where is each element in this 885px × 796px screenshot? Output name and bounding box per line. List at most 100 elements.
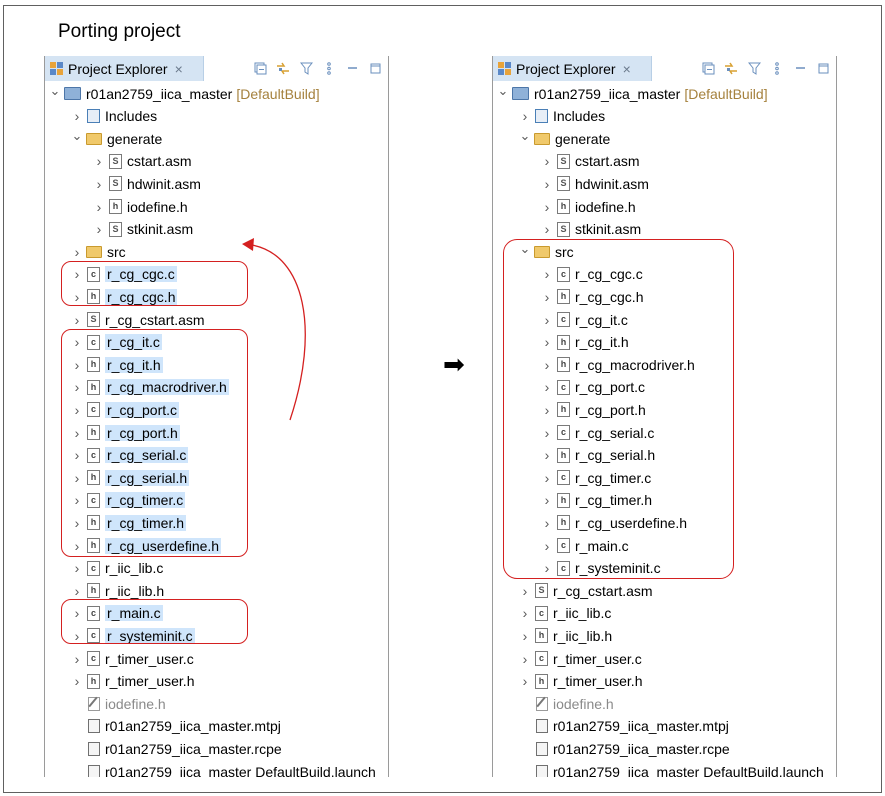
filter-icon[interactable] <box>299 62 313 76</box>
header-file-icon: h <box>557 199 570 214</box>
chevron-right-icon[interactable]: › <box>541 153 553 169</box>
chevron-right-icon[interactable]: › <box>71 312 83 328</box>
tree-item-label: iodefine.h <box>553 695 614 712</box>
tree-item-label: r_cg_cstart.asm <box>105 311 205 328</box>
minimize-icon[interactable] <box>345 62 359 76</box>
tree-item-label: r_timer_user.h <box>105 673 195 690</box>
chevron-right-icon[interactable]: › <box>71 673 83 689</box>
folder-icon <box>534 132 550 145</box>
chevron-right-icon[interactable]: › <box>71 560 83 576</box>
highlight-box-cg-files <box>61 329 248 557</box>
chevron-down-icon[interactable]: ⌄ <box>71 128 83 144</box>
tree-item[interactable]: iodefine.h <box>519 693 614 714</box>
link-with-editor-icon[interactable] <box>724 62 738 76</box>
tree-item[interactable]: › Includes <box>519 106 606 127</box>
tree-item-label: cstart.asm <box>575 153 640 170</box>
tree-item-label: iodefine.h <box>575 198 636 215</box>
project-explorer-icon <box>50 62 63 75</box>
tree-item[interactable]: › Sr_cg_cstart.asm <box>71 309 205 330</box>
collapse-all-icon[interactable] <box>701 62 715 76</box>
tab-label: Project Explorer <box>68 60 168 77</box>
tree-item[interactable]: › h r_iic_lib.h <box>519 625 612 646</box>
view-header: Project Explorer × <box>45 56 388 81</box>
chevron-right-icon[interactable]: › <box>71 244 83 260</box>
tree-item-label: iodefine.h <box>127 198 188 215</box>
chevron-right-icon[interactable]: › <box>93 199 105 215</box>
file-icon <box>536 719 548 734</box>
chevron-right-icon[interactable]: › <box>519 673 531 689</box>
link-with-editor-icon[interactable] <box>276 62 290 76</box>
tree-item-label: r01an2759_iica_master DefaultBuild.launc… <box>553 763 824 778</box>
tree-item[interactable]: › Sr_cg_cstart.asm <box>519 580 653 601</box>
chevron-right-icon[interactable]: › <box>93 176 105 192</box>
tree-item[interactable]: › Scstart.asm <box>541 151 640 172</box>
tree-item[interactable]: › h r_timer_user.h <box>519 671 643 692</box>
file-icon <box>88 764 100 777</box>
tree-item-label: r01an2759_iica_master.rcpe <box>553 740 730 757</box>
tree-item[interactable]: › Scstart.asm <box>93 151 192 172</box>
chevron-right-icon[interactable]: › <box>541 199 553 215</box>
chevron-right-icon[interactable]: › <box>519 108 531 124</box>
tree-item[interactable]: r01an2759_iica_master.rcpe <box>519 738 730 759</box>
chevron-right-icon[interactable]: › <box>71 108 83 124</box>
tree-item[interactable]: r01an2759_iica_master.mtpj <box>519 716 729 737</box>
tree-item[interactable]: r01an2759_iica_master.mtpj <box>71 716 281 737</box>
chevron-right-icon[interactable]: › <box>93 221 105 237</box>
tree-item[interactable]: ⌄ generate <box>71 128 163 149</box>
tree-item[interactable]: ⌄ generate <box>519 128 611 149</box>
close-icon[interactable]: × <box>175 61 183 77</box>
excluded-file-icon <box>536 696 548 711</box>
chevron-right-icon[interactable]: › <box>71 583 83 599</box>
filter-icon[interactable] <box>747 62 761 76</box>
view-toolbar <box>701 59 830 78</box>
close-icon[interactable]: × <box>623 61 631 77</box>
tree-item[interactable]: r01an2759_iica_master DefaultBuild.launc… <box>71 761 376 777</box>
view-menu-icon[interactable] <box>770 62 784 76</box>
tree-item[interactable]: › c r_timer_user.c <box>71 648 194 669</box>
tree-item[interactable]: › src <box>71 241 126 262</box>
chevron-right-icon[interactable]: › <box>519 583 531 599</box>
collapse-all-icon[interactable] <box>253 62 267 76</box>
assembly-file-icon: S <box>557 153 570 169</box>
tree-item-label: r_timer_user.h <box>553 673 643 690</box>
minimize-icon[interactable] <box>793 62 807 76</box>
tree-item[interactable]: › c r_iic_lib.c <box>71 558 164 579</box>
chevron-right-icon[interactable]: › <box>519 628 531 644</box>
chevron-right-icon[interactable]: › <box>93 153 105 169</box>
tree-item-label: hdwinit.asm <box>127 175 201 192</box>
tree-item[interactable]: › h iodefine.h <box>93 196 188 217</box>
tree-item[interactable]: › Sstkinit.asm <box>93 219 193 240</box>
tree-item-label: r_timer_user.c <box>553 650 642 667</box>
tree-item[interactable]: iodefine.h <box>71 693 166 714</box>
chevron-right-icon[interactable]: › <box>519 651 531 667</box>
tree-item[interactable]: › Shdwinit.asm <box>93 173 201 194</box>
chevron-right-icon[interactable]: › <box>71 651 83 667</box>
tree-item[interactable]: › Sstkinit.asm <box>541 219 641 240</box>
tree-item-label: r01an2759_iica_master DefaultBuild.launc… <box>105 763 376 778</box>
chevron-right-icon[interactable]: › <box>541 221 553 237</box>
tree-item-label: r_iic_lib.h <box>553 627 613 644</box>
tab-project-explorer[interactable]: Project Explorer × <box>493 56 652 81</box>
tree-item[interactable]: › c r_timer_user.c <box>519 648 642 669</box>
tree-item[interactable]: ⌄ r01an2759_iica_master [DefaultBuild] <box>49 83 320 104</box>
tab-project-explorer[interactable]: Project Explorer × <box>45 56 204 81</box>
c-source-file-icon: c <box>87 651 100 666</box>
chevron-down-icon[interactable]: ⌄ <box>519 128 531 144</box>
chevron-down-icon[interactable]: ⌄ <box>497 83 509 99</box>
tree-item[interactable]: › h r_timer_user.h <box>71 671 195 692</box>
transition-arrow-icon: ➡ <box>443 350 465 380</box>
tree-item[interactable]: ⌄ r01an2759_iica_master [DefaultBuild] <box>497 83 768 104</box>
tree-item[interactable]: › Includes <box>71 106 158 127</box>
tree-item-label: r01an2759_iica_master.mtpj <box>105 718 281 735</box>
chevron-down-icon[interactable]: ⌄ <box>49 83 61 99</box>
chevron-right-icon[interactable]: › <box>519 605 531 621</box>
maximize-icon[interactable] <box>816 62 830 76</box>
chevron-right-icon[interactable]: › <box>541 176 553 192</box>
tree-item[interactable]: › Shdwinit.asm <box>541 173 649 194</box>
tree-item[interactable]: › c r_iic_lib.c <box>519 603 612 624</box>
tree-item[interactable]: r01an2759_iica_master DefaultBuild.launc… <box>519 761 824 777</box>
maximize-icon[interactable] <box>368 62 382 76</box>
view-menu-icon[interactable] <box>322 62 336 76</box>
tree-item[interactable]: › h iodefine.h <box>541 196 636 217</box>
tree-item[interactable]: r01an2759_iica_master.rcpe <box>71 738 282 759</box>
